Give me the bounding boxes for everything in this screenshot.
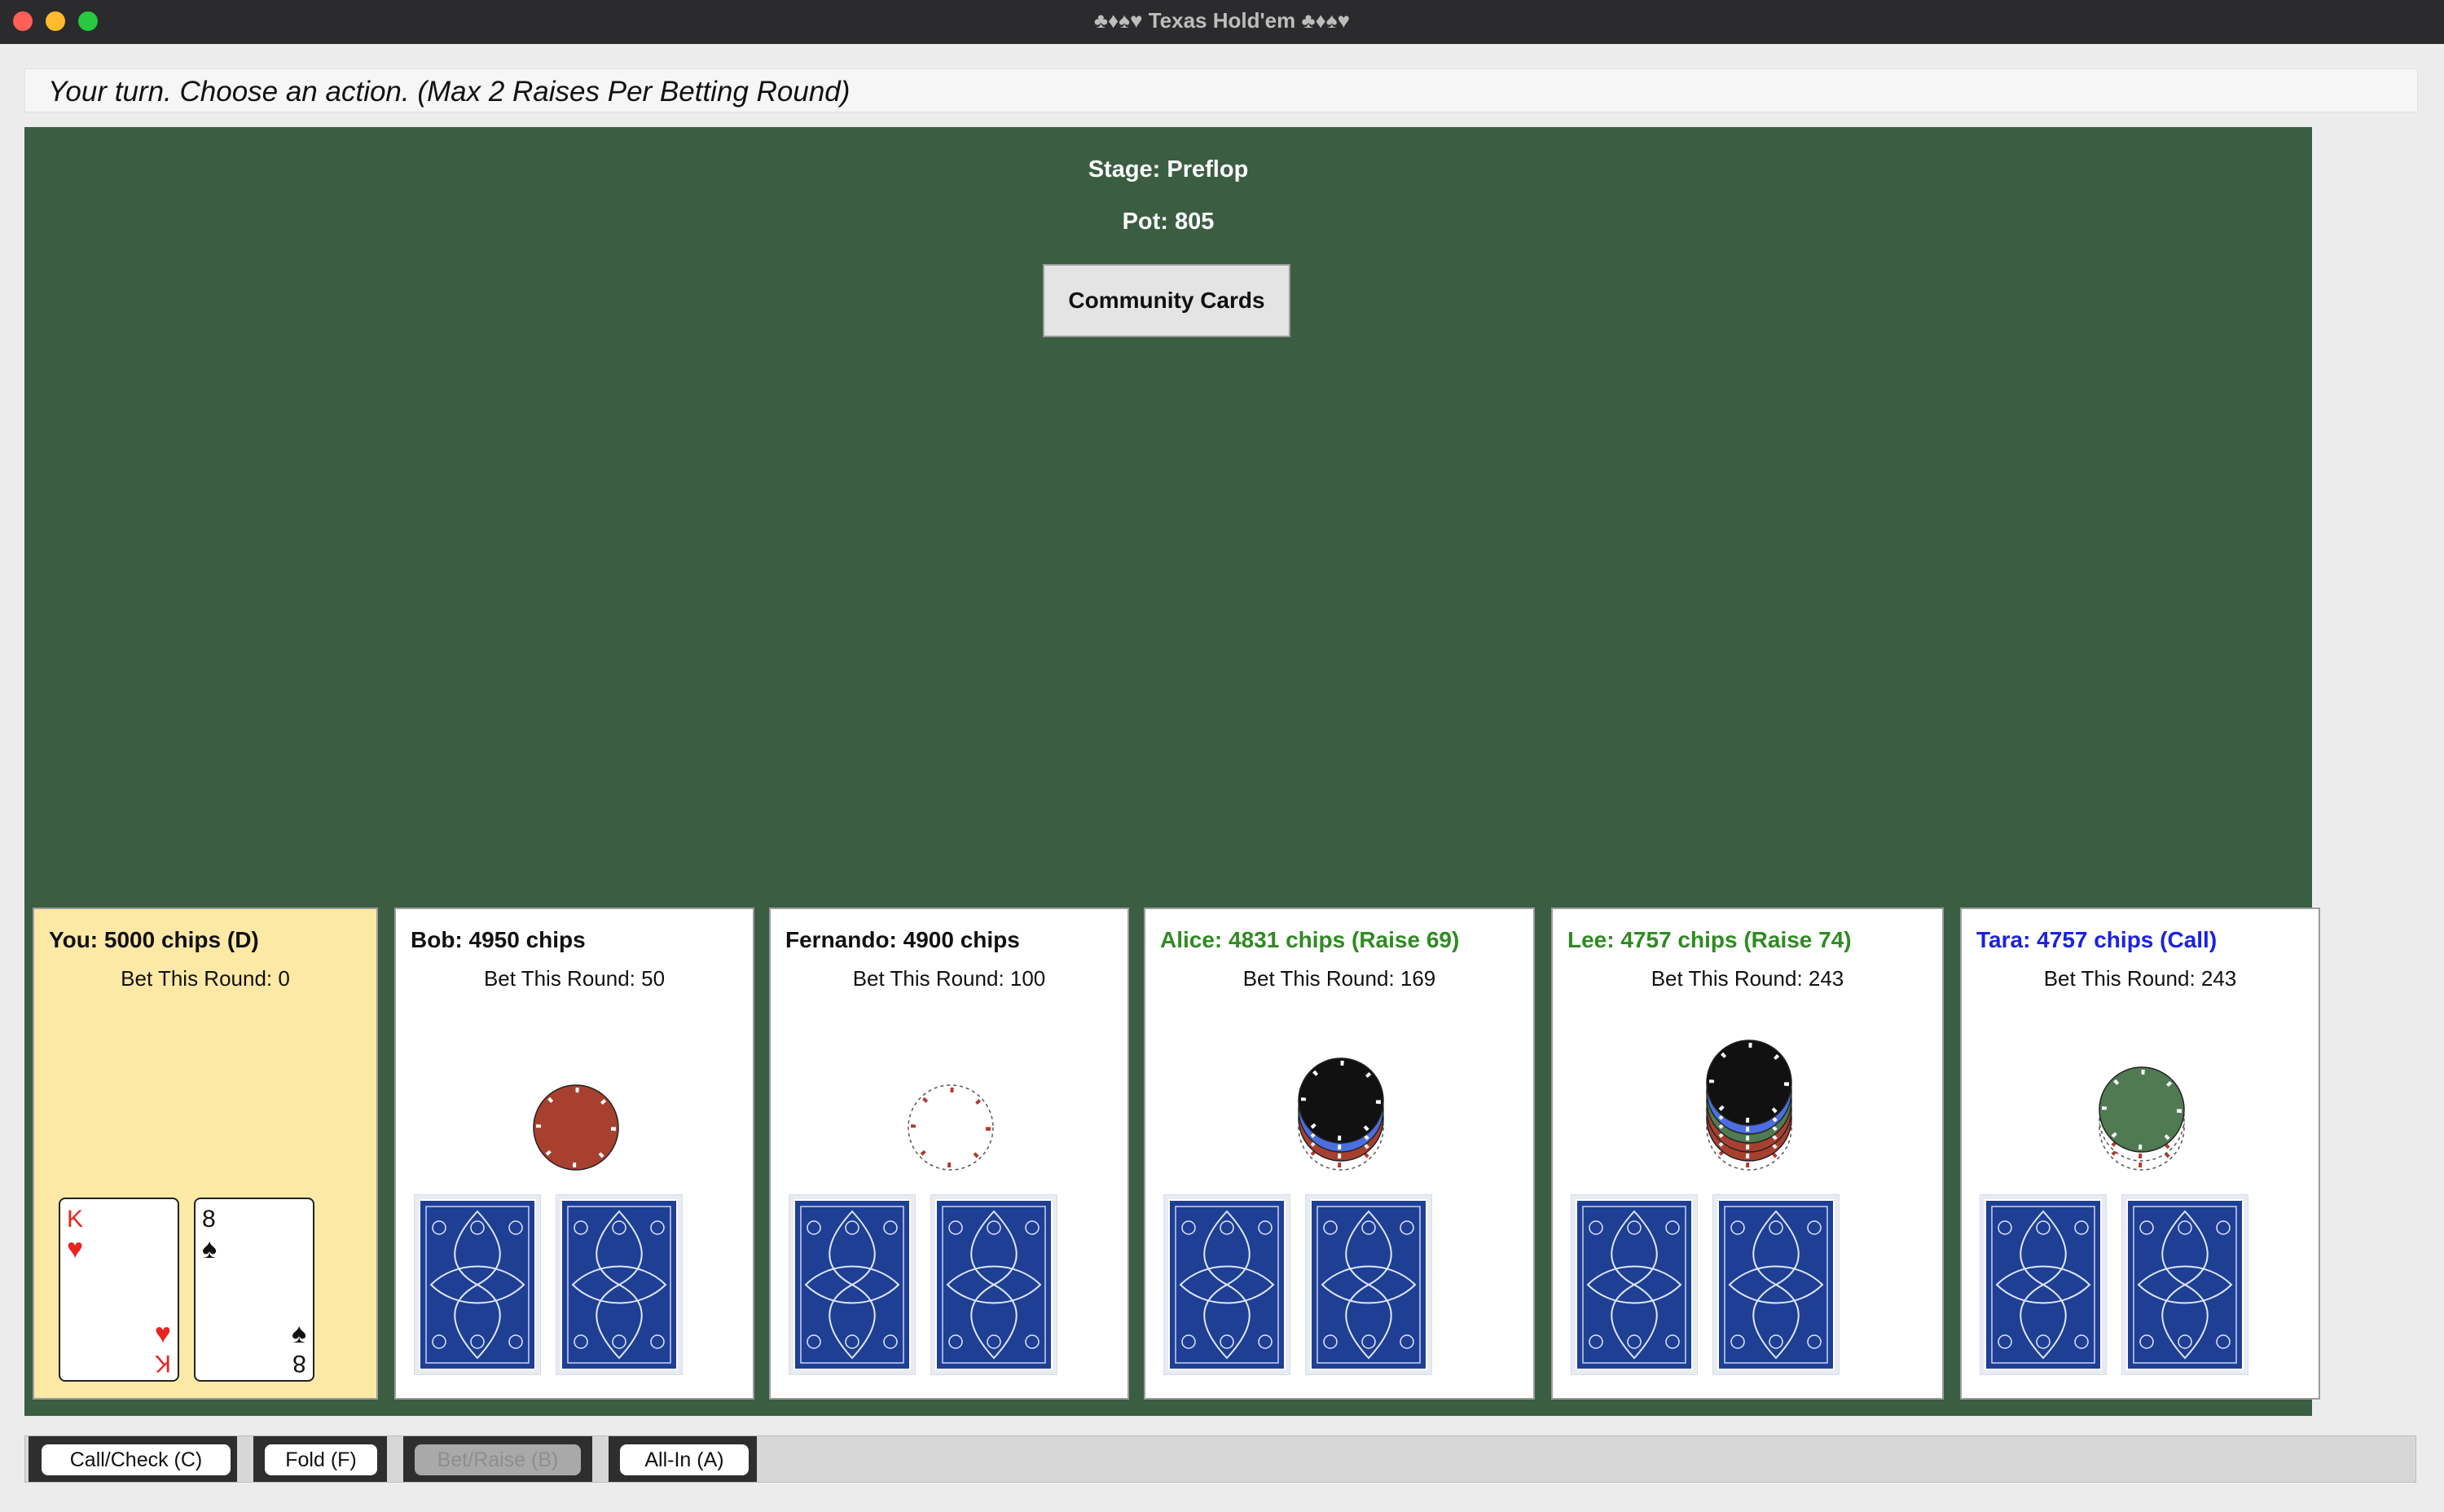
card-back-pattern: [1985, 1199, 2102, 1370]
card-back-pattern: [1576, 1199, 1693, 1370]
fold-button-frame: Fold (F): [253, 1436, 387, 1482]
heart-icon: ♥: [67, 1233, 84, 1264]
heart-icon: ♥: [154, 1318, 171, 1349]
player-panel-bob: Bob: 4950 chips Bet This Round: 50: [394, 908, 754, 1400]
window-title: ♣♦♠♥ Texas Hold'em ♣♦♠♥: [1093, 8, 1351, 33]
status-bar: Your turn. Choose an action. (Max 2 Rais…: [24, 68, 2418, 112]
bet-raise-button-frame: Bet/Raise (B): [403, 1436, 592, 1482]
player-name: You: 5000 chips (D): [49, 927, 259, 952]
spade-icon: ♠: [291, 1318, 306, 1349]
player-panel-alice: Alice: 4831 chips (Raise 69) Bet This Ro…: [1144, 908, 1535, 1400]
card-back-pattern: [560, 1199, 678, 1370]
card-rank: 8: [202, 1206, 216, 1233]
player-card: K ♥ ♥ K: [59, 1198, 179, 1382]
status-message: Your turn. Choose an action. (Max 2 Rais…: [48, 76, 851, 108]
player-panel-tara: Tara: 4757 chips (Call) Bet This Round: …: [1960, 908, 2320, 1400]
card-back: [2121, 1194, 2248, 1375]
card-rank: K: [154, 1350, 171, 1377]
bet-raise-button[interactable]: Bet/Raise (B): [415, 1444, 581, 1475]
all-in-button[interactable]: All-In (A): [620, 1444, 749, 1475]
card-back: [1712, 1194, 1840, 1375]
black-chip: [1298, 1057, 1384, 1144]
card-back-pattern: [1717, 1199, 1835, 1370]
card-back: [1980, 1194, 2107, 1375]
action-toolbar: Call/Check (C) Fold (F) Bet/Raise (B) Al…: [24, 1435, 2416, 1483]
stage-label: Stage: Preflop: [1088, 156, 1249, 182]
black-chip: [1706, 1040, 1792, 1126]
spade-icon: ♠: [202, 1233, 218, 1264]
call-check-button[interactable]: Call/Check (C): [42, 1444, 231, 1475]
card-rank: 8: [292, 1350, 306, 1377]
player-panel-fernando: Fernando: 4900 chips Bet This Round: 100: [769, 908, 1129, 1400]
card-back-pattern: [793, 1199, 911, 1370]
card-back: [1571, 1194, 1698, 1375]
poker-table: Stage: Preflop Pot: 805 Community Cards …: [24, 127, 2320, 1416]
card-rank: K: [67, 1206, 84, 1233]
green-chip: [2099, 1066, 2185, 1153]
card-back: [1305, 1194, 1432, 1375]
player-panel-you: You: 5000 chips (D) Bet This Round: 0 K …: [33, 908, 378, 1400]
community-cards-button[interactable]: Community Cards: [1043, 264, 1290, 337]
all-in-button-frame: All-In (A): [609, 1436, 757, 1482]
card-back-pattern: [1168, 1199, 1286, 1370]
pot-label: Pot: 805: [1122, 209, 1215, 235]
white-chip: [908, 1084, 994, 1171]
fold-button[interactable]: Fold (F): [265, 1444, 377, 1475]
card-back-pattern: [1310, 1199, 1427, 1370]
red-chip: [533, 1084, 619, 1171]
call-check-button-frame: Call/Check (C): [29, 1436, 237, 1482]
card-back: [1163, 1194, 1290, 1375]
player-panel-lee: Lee: 4757 chips (Raise 74) Bet This Roun…: [1551, 908, 1944, 1400]
player-card: 8 ♠ ♠ 8: [194, 1198, 314, 1382]
card-back-pattern: [935, 1199, 1053, 1370]
card-back: [414, 1194, 541, 1375]
card-back: [930, 1194, 1057, 1375]
card-back-pattern: [2126, 1199, 2244, 1370]
card-back: [789, 1194, 916, 1375]
title-bar: ♣♦♠♥ Texas Hold'em ♣♦♠♥: [0, 0, 2444, 44]
player-bet: Bet This Round: 0: [121, 966, 290, 991]
card-back: [556, 1194, 683, 1375]
card-back-pattern: [419, 1199, 536, 1370]
